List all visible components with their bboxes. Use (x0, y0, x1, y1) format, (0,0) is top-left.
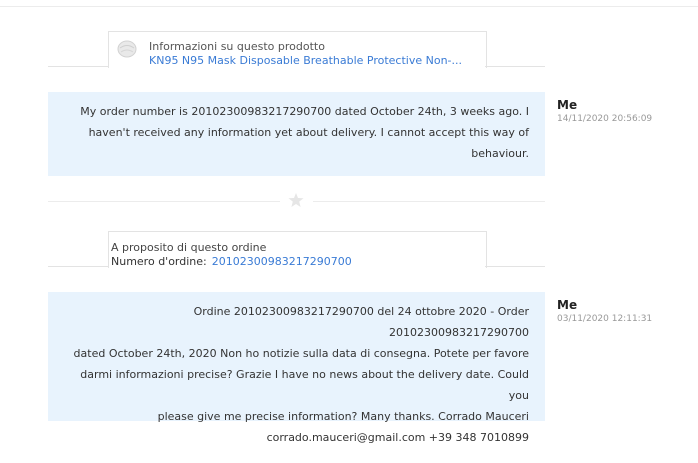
message-line: corrado.mauceri@gmail.com +39 348 701089… (266, 431, 529, 444)
card-baseline-left (48, 266, 108, 267)
message-meta: Me 03/11/2020 12:11:31 (557, 298, 652, 325)
message-line: darmi informazioni precise? Grazie I hav… (80, 368, 529, 402)
message-line: My order number is 20102300983217290700 … (80, 105, 529, 118)
message-timestamp: 03/11/2020 12:11:31 (557, 314, 653, 324)
product-link[interactable]: KN95 N95 Mask Disposable Breathable Prot… (149, 54, 462, 67)
card-baseline-right (485, 66, 545, 67)
message-bubble: My order number is 20102300983217290700 … (48, 92, 545, 176)
card-baseline-right (485, 266, 545, 267)
card-baseline-left (48, 66, 108, 67)
message-line: Ordine 20102300983217290700 del 24 ottob… (193, 305, 529, 339)
order-number-link[interactable]: 20102300983217290700 (212, 255, 352, 268)
top-divider (0, 6, 698, 7)
star-icon (288, 192, 304, 208)
sender-name: Me (557, 298, 578, 312)
divider-line-left (48, 201, 280, 202)
message-line: dated October 24th, 2020 Non ho notizie … (73, 347, 529, 360)
message-meta: Me 14/11/2020 20:56:09 (557, 98, 652, 125)
message-bubble: Ordine 20102300983217290700 del 24 ottob… (48, 292, 545, 444)
product-context-card: Informazioni su questo prodotto KN95 N95… (108, 31, 487, 68)
product-info-label: Informazioni su questo prodotto (149, 40, 325, 53)
divider-line-right (313, 201, 545, 202)
message-timestamp: 14/11/2020 20:56:09 (557, 114, 653, 124)
message-line: haven't received any information yet abo… (88, 126, 529, 139)
sender-name: Me (557, 98, 578, 112)
order-context-card: A proposito di questo ordine Numero d'or… (108, 231, 487, 268)
order-number-label: Numero d'ordine: (111, 255, 207, 268)
message-line: behaviour. (471, 147, 529, 160)
order-about-label: A proposito di questo ordine (111, 241, 267, 254)
message-line: please give me precise information? Many… (157, 410, 529, 423)
mask-product-icon[interactable] (116, 39, 138, 59)
order-number-row: Numero d'ordine: 20102300983217290700 (111, 255, 352, 268)
